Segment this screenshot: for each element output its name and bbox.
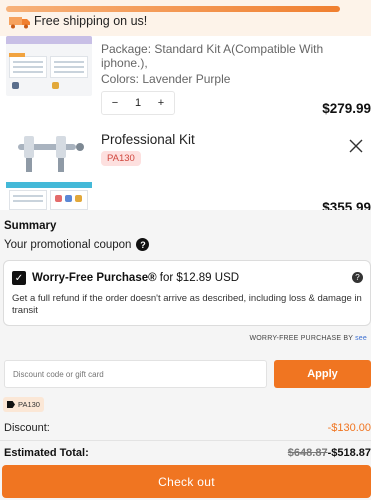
help-icon[interactable]: ? <box>136 238 150 251</box>
professional-kit-image <box>18 136 84 172</box>
item-title[interactable]: Professional Kit <box>101 132 195 147</box>
coupon-badge: PA130 <box>101 151 141 166</box>
summary-panel: Summary Your promotional coupon ? ✓ Worr… <box>0 210 371 500</box>
applied-coupon-chip[interactable]: PA130 <box>3 397 44 412</box>
discount-label: Discount: <box>4 422 50 434</box>
promo-coupon-label: Your promotional coupon <box>4 238 132 251</box>
worry-free-price: for $12.89 USD <box>156 272 240 284</box>
estimated-total-value: $648.87-$518.87 <box>288 447 371 459</box>
item-color: Colors: Lavender Purple <box>101 72 231 86</box>
quantity-value: 1 <box>134 97 142 109</box>
worry-free-provider: WORRY-FREE PURCHASE BY see <box>249 335 367 342</box>
decrease-button[interactable]: − <box>108 97 122 109</box>
worry-free-by-label: WORRY-FREE PURCHASE BY <box>249 335 353 342</box>
free-shipping-text: Free shipping on us! <box>34 14 148 28</box>
remove-item-icon[interactable] <box>349 139 363 153</box>
tag-icon <box>7 401 15 408</box>
summary-title: Summary <box>4 220 57 232</box>
product-image[interactable] <box>6 36 92 96</box>
divider <box>0 440 371 441</box>
worry-free-title: Worry-Free Purchase® for $12.89 USD <box>32 272 239 284</box>
free-shipping-banner: Free shipping on us! <box>0 0 371 36</box>
discount-code-input[interactable] <box>4 360 267 388</box>
worry-free-brand[interactable]: see <box>355 335 367 342</box>
estimated-total-label: Estimated Total: <box>4 447 89 459</box>
worry-free-card[interactable]: ✓ Worry-Free Purchase® for $12.89 USD ? … <box>3 260 371 326</box>
original-total: $648.87 <box>287 447 328 459</box>
help-icon[interactable]: ? <box>352 272 363 283</box>
truck-icon <box>9 17 30 29</box>
apply-button[interactable]: Apply <box>274 360 371 388</box>
cart-item: Professional Kit PA130 $355.99 <box>0 125 371 215</box>
checkout-button[interactable]: Check out <box>2 465 371 498</box>
worry-free-description: Get a full refund if the order doesn't a… <box>12 293 362 316</box>
final-total: -$518.87 <box>327 447 371 459</box>
worry-free-name: Worry-Free Purchase® <box>32 272 157 284</box>
discount-value: -$130.00 <box>327 422 371 434</box>
shipping-progress-bar <box>6 6 340 12</box>
worry-free-checkbox[interactable]: ✓ <box>12 271 26 285</box>
item-package: Package: Standard Kit A(Compatible With … <box>101 42 324 70</box>
item-price: $279.99 <box>322 101 371 116</box>
applied-coupon-code: PA130 <box>18 400 40 409</box>
promo-coupon-row: Your promotional coupon ? <box>4 238 150 251</box>
product-image[interactable] <box>6 130 92 210</box>
quantity-stepper[interactable]: − 1 + <box>101 91 175 115</box>
cart-item: Package: Standard Kit A(Compatible With … <box>0 36 371 136</box>
increase-button[interactable]: + <box>154 97 168 109</box>
